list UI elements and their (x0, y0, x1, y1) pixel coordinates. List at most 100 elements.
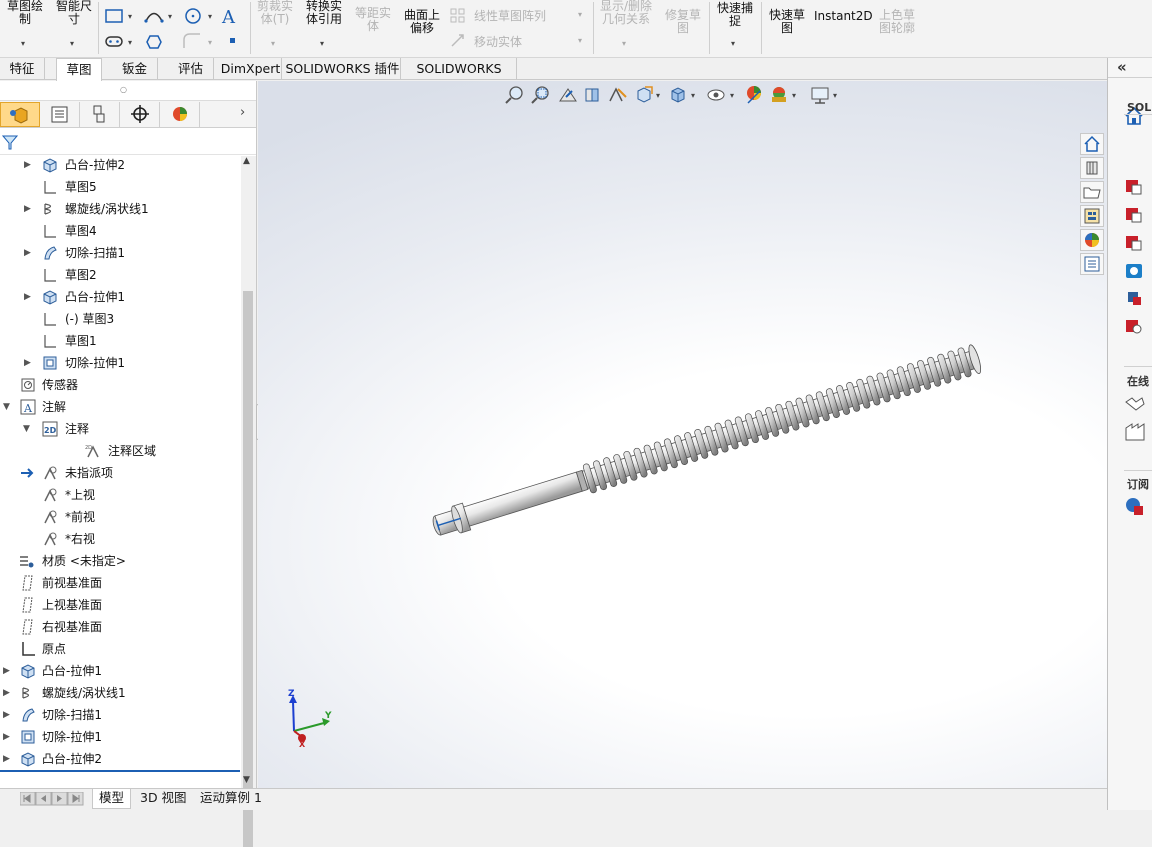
panel-grip-icon[interactable]: ○ (120, 85, 127, 94)
tree-item-front-plane[interactable]: 前视基准面 (42, 572, 102, 594)
my-products-icon[interactable] (1126, 320, 1142, 334)
tree-scrollbar-thumb[interactable] (243, 291, 253, 847)
move-entities-button[interactable]: 移动实体 (474, 33, 522, 50)
task-pane-view-palette-tab[interactable] (1080, 205, 1104, 227)
tab-features[interactable]: 特征 (0, 58, 45, 80)
instant2d-button[interactable]: Instant2D (814, 10, 873, 23)
collapse-arrow-icon[interactable]: ▼ (3, 396, 10, 418)
last-tab-icon[interactable] (67, 792, 84, 806)
feature-manager-tab[interactable] (0, 102, 40, 127)
offset-entities-button[interactable]: 等距实 体 (351, 7, 395, 33)
expand-arrow-icon[interactable]: ▶ (24, 242, 31, 264)
trim-entities-button[interactable]: 剪裁实 体(T) (253, 0, 297, 26)
collapse-arrow-icon[interactable]: ▼ (23, 418, 30, 440)
task-pane-appearances-tab[interactable] (1080, 229, 1104, 251)
task-pane-custom-properties-tab[interactable] (1080, 253, 1104, 275)
tree-item-material[interactable]: 材质 <未指定> (42, 550, 126, 572)
tab-3d-view[interactable]: 3D 视图 (134, 789, 193, 809)
scroll-up-icon[interactable]: ▲ (243, 156, 250, 166)
tree-item-sketch2[interactable]: 草图2 (65, 264, 97, 286)
tree-item-unassigned[interactable]: 未指派项 (65, 462, 113, 484)
point-icon[interactable] (230, 38, 235, 43)
tree-item-sketch5[interactable]: 草图5 (65, 176, 97, 198)
quick-snaps-button[interactable]: 快速捕 捉 (713, 2, 757, 28)
tab-evaluate[interactable]: 评估 (168, 58, 214, 80)
arc-icon[interactable] (144, 12, 164, 23)
community-icon[interactable] (1128, 292, 1141, 305)
task-pane-resources-tab[interactable] (1080, 157, 1104, 179)
smart-dimension-button[interactable]: 智能尺 寸 (52, 0, 96, 26)
tree-item-sketch1[interactable]: 草图1 (65, 330, 97, 352)
expand-arrow-icon[interactable]: ▶ (3, 704, 10, 726)
tree-item-helix1-feature[interactable]: 螺旋线/涡状线1 (42, 682, 126, 704)
linear-pattern-button[interactable]: 线性草图阵列 (474, 7, 546, 24)
graphics-area[interactable]: ▾ ▾ ▾ ▾ ▾ Z Y X (258, 81, 1107, 788)
expand-arrow-icon[interactable]: ▶ (24, 198, 31, 220)
expand-arrow-icon[interactable]: ▶ (24, 154, 31, 176)
tab-sketch[interactable]: 草图 (56, 58, 102, 81)
tree-item-origin[interactable]: 原点 (42, 638, 66, 660)
move-entities-dropdown-icon[interactable]: ▾ (578, 36, 582, 45)
text-icon[interactable]: A (221, 7, 236, 28)
handshake-icon[interactable] (1125, 397, 1145, 411)
tree-item-top-plane[interactable]: 上视基准面 (42, 594, 102, 616)
tree-item-boss-extrude1[interactable]: 凸台-拉伸1 (65, 286, 125, 308)
linear-pattern-dropdown-icon[interactable]: ▾ (578, 10, 582, 19)
tree-item-sketch4[interactable]: 草图4 (65, 220, 97, 242)
previous-tab-icon[interactable] (35, 792, 52, 806)
tab-sheet-metal[interactable]: 钣金 (112, 58, 158, 80)
tree-item-cut-extrude1-feature[interactable]: 切除-拉伸1 (42, 726, 102, 748)
convert-entities-button[interactable]: 转换实 体引用 (302, 0, 346, 26)
tree-item-boss-extrude2[interactable]: 凸台-拉伸2 (65, 154, 125, 176)
tab-model[interactable]: 模型 (92, 789, 132, 809)
tree-item-note-area[interactable]: 注释区域 (108, 440, 156, 462)
tab-solidworks-addins[interactable]: SOLIDWORKS 插件 (285, 58, 401, 80)
tab-dimxpert[interactable]: DimXpert (220, 58, 282, 80)
linear-pattern-icon[interactable] (450, 8, 465, 23)
tree-item-notes[interactable]: 注释 (65, 418, 89, 440)
show-delete-relations-button[interactable]: 显示/删除 几何关系 (596, 0, 656, 26)
expand-arrow-icon[interactable]: ▶ (24, 352, 31, 374)
next-tab-icon[interactable] (51, 792, 68, 806)
sketch-button[interactable]: 草图绘 制 (4, 0, 46, 26)
tree-item-sensors[interactable]: 传感器 (42, 374, 78, 396)
rollback-bar[interactable] (0, 770, 240, 772)
tree-item-right-plane[interactable]: 右视基准面 (42, 616, 102, 638)
solidworks-sample-icon[interactable] (1126, 208, 1142, 223)
tree-item-top-view[interactable]: *上视 (65, 484, 95, 506)
expand-arrow-icon[interactable]: ▶ (3, 726, 10, 748)
expand-arrow-icon[interactable]: ▶ (24, 286, 31, 308)
tab-solidworks-mbd[interactable]: SOLIDWORKS MBD (402, 58, 517, 97)
circle-icon[interactable] (185, 8, 201, 24)
model-screw[interactable] (258, 81, 1107, 788)
quick-snap-dropdown-icon[interactable]: ▾ (731, 39, 735, 48)
tree-item-sketch3[interactable]: (-) 草图3 (65, 308, 114, 330)
factory-icon[interactable] (1125, 423, 1145, 441)
slot-icon[interactable] (105, 36, 123, 47)
relations-dropdown-icon[interactable]: ▾ (622, 39, 626, 48)
expand-arrow-icon[interactable]: ▶ (3, 682, 10, 704)
tree-item-boss-extrude1-feature[interactable]: 凸台-拉伸1 (42, 660, 102, 682)
move-entities-icon[interactable] (451, 34, 464, 47)
configuration-manager-tab[interactable] (80, 102, 120, 127)
screw-shank[interactable] (463, 471, 583, 527)
tree-item-right-view[interactable]: *右视 (65, 528, 95, 550)
dimxpert-manager-tab[interactable] (120, 102, 160, 127)
panel-more-icon[interactable]: › (240, 105, 245, 120)
tree-item-cut-sweep1-feature[interactable]: 切除-扫描1 (42, 704, 102, 726)
subscription-services-icon[interactable] (1124, 496, 1152, 518)
convert-dropdown-icon[interactable]: ▾ (320, 39, 324, 48)
task-pane-file-explorer-tab[interactable] (1080, 181, 1104, 203)
expand-arrow-icon[interactable]: ▶ (3, 660, 10, 682)
fillet-icon[interactable] (183, 33, 200, 48)
task-pane-home-tab[interactable] (1080, 133, 1104, 155)
rectangle-icon[interactable] (105, 9, 123, 23)
property-manager-tab[interactable] (40, 102, 80, 127)
tree-item-cut-sweep1[interactable]: 切除-扫描1 (65, 242, 125, 264)
sketch-dropdown-icon[interactable]: ▾ (21, 39, 25, 48)
rapid-sketch-button[interactable]: 快速草 图 (765, 9, 809, 35)
task-pane-collapse-button[interactable]: « (1117, 58, 1127, 76)
first-tab-icon[interactable] (20, 792, 36, 806)
solidworks-tutorial-icon[interactable] (1126, 236, 1142, 251)
repair-sketch-button[interactable]: 修复草 图 (661, 9, 705, 35)
